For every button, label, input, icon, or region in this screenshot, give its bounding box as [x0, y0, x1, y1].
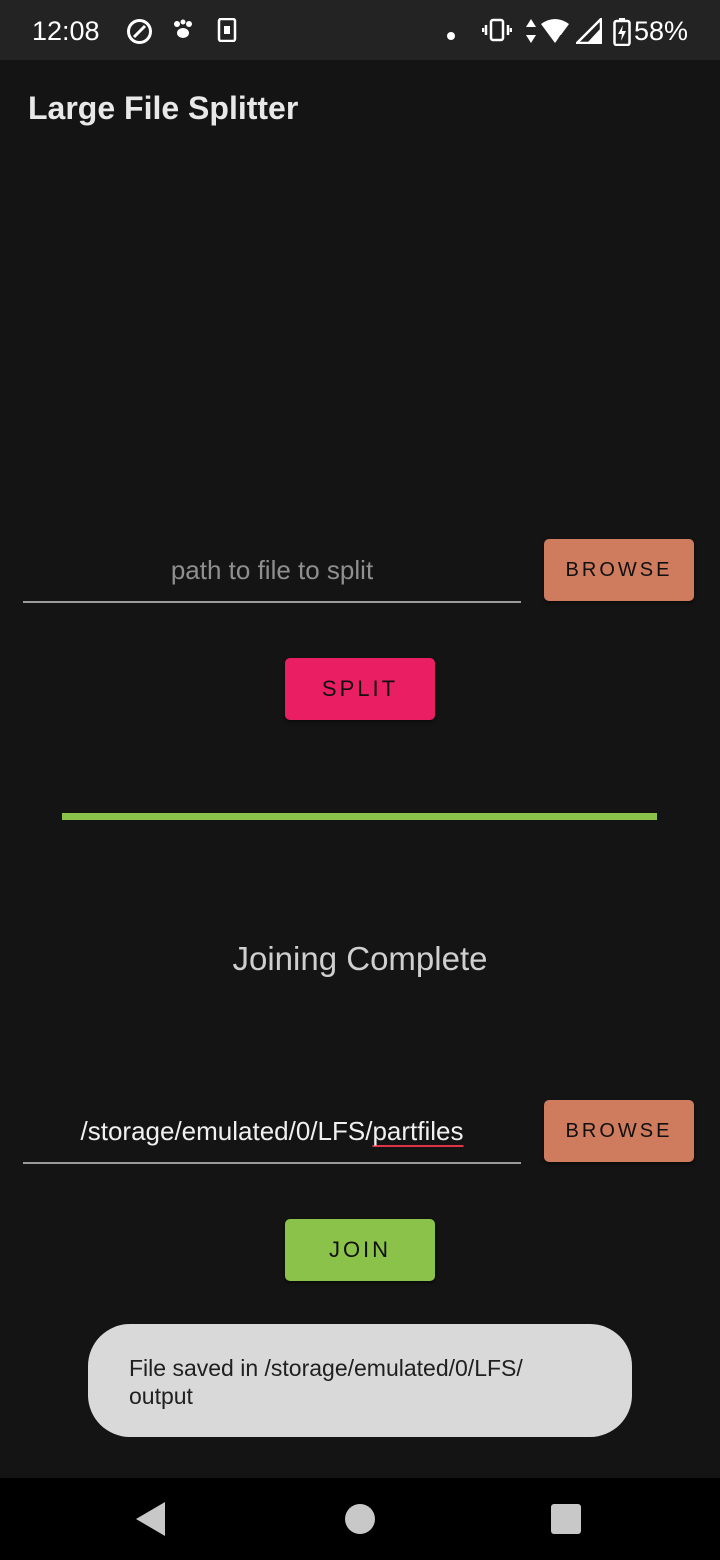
split-button[interactable]: SPLIT [285, 658, 435, 720]
back-icon[interactable] [136, 1502, 165, 1536]
navigation-bar [0, 1478, 720, 1560]
sim-card-icon [217, 17, 237, 47]
toast-line-1: File saved in /storage/emulated/0/LFS/ [129, 1355, 523, 1381]
join-input-value-suffix: partfiles [372, 1116, 464, 1146]
split-file-path-input[interactable]: path to file to split [23, 539, 521, 603]
join-button[interactable]: JOIN [285, 1219, 435, 1281]
browse-split-file-button[interactable]: BROWSE [544, 539, 694, 601]
join-folder-path-input[interactable]: /storage/emulated/0/LFS/partfiles [23, 1100, 521, 1164]
battery-charging-icon [613, 18, 631, 51]
vibrate-icon [481, 18, 513, 47]
app-bar: Large File Splitter [0, 60, 720, 156]
progress-bar-fill [62, 813, 657, 820]
toast-line-2: output [129, 1383, 193, 1409]
wifi-icon: 4 [540, 18, 570, 49]
split-input-placeholder: path to file to split [170, 555, 374, 585]
app-title: Large File Splitter [28, 90, 299, 126]
progress-bar [62, 813, 657, 820]
svg-text:4: 4 [557, 34, 563, 44]
clock: 12:08 [32, 16, 100, 46]
browse-join-folder-button[interactable]: BROWSE [544, 1100, 694, 1162]
recents-icon[interactable] [551, 1504, 581, 1534]
join-input-value-prefix: /storage/emulated/0/LFS/ [80, 1116, 373, 1146]
join-status-text: Joining Complete [232, 940, 488, 977]
home-icon[interactable] [345, 1504, 375, 1534]
status-bar: 12:08 4 58% [0, 0, 720, 60]
signal-icon [573, 15, 603, 49]
data-arrows-icon [524, 18, 538, 49]
toast-message: File saved in /storage/emulated/0/LFS/ o… [88, 1324, 632, 1437]
sync-icon [126, 18, 153, 50]
dot-icon [446, 28, 456, 46]
battery-percent: 58% [633, 16, 688, 46]
paw-icon [172, 18, 194, 45]
